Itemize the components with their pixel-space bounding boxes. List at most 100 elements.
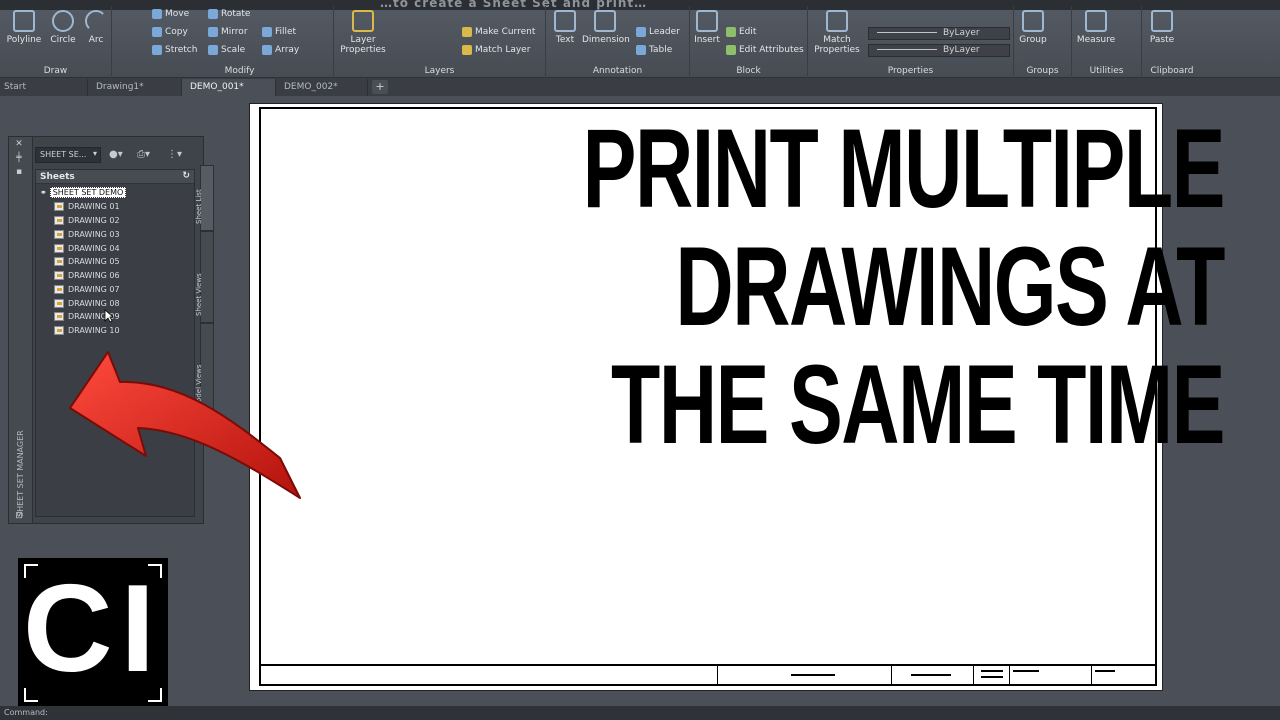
palette-title: SHEET SET MANAGER <box>16 430 25 517</box>
layer-properties-icon <box>352 10 374 32</box>
publish-icon[interactable]: ⎙▾ <box>137 149 150 160</box>
sheet-set-root[interactable]: ⚭ SHEET SET DEMO <box>40 187 127 198</box>
edit-block-icon <box>726 27 736 37</box>
move-icon <box>152 9 162 19</box>
sheet-icon <box>54 285 64 294</box>
close-icon[interactable]: ✕ <box>14 139 24 149</box>
sheet-icon <box>54 326 64 335</box>
rotate-icon <box>208 9 218 19</box>
sheet-set-combo[interactable]: SHEET SE... ▾ <box>35 147 101 163</box>
insert-tool[interactable]: Insert <box>692 10 722 45</box>
paste-tool[interactable]: Paste <box>1146 10 1178 45</box>
sheet-item[interactable]: DRAWING 06 <box>54 271 120 280</box>
paste-icon <box>1151 10 1173 32</box>
tab-drawing1[interactable]: Drawing1* <box>88 79 182 96</box>
modify-panel-title[interactable]: Modify <box>146 66 333 76</box>
tab-sheet-views[interactable]: Sheet Views <box>195 231 214 323</box>
linetype-combo[interactable]: ByLayer <box>868 27 1010 40</box>
sheet-item[interactable]: DRAWING 04 <box>54 244 120 253</box>
text-icon <box>554 10 576 32</box>
layers-panel-title[interactable]: Layers <box>334 66 545 76</box>
palette-settings-icon[interactable]: ⊡ <box>14 511 24 521</box>
move-tool[interactable]: Move <box>152 9 189 19</box>
fillet-tool[interactable]: Fillet <box>262 27 296 37</box>
draw-panel-title[interactable]: Draw <box>0 66 111 76</box>
match-layer-icon <box>462 45 472 55</box>
properties-panel-title[interactable]: Properties <box>808 66 1013 76</box>
edit-block-tool[interactable]: Edit <box>726 27 756 37</box>
copy-icon <box>152 27 162 37</box>
leader-icon <box>636 27 646 37</box>
command-prompt: Command: <box>4 708 48 717</box>
sheet-item[interactable]: DRAWING 03 <box>54 230 120 239</box>
match-layer-tool[interactable]: Match Layer <box>462 45 530 55</box>
headline-line-1: PRINT MULTIPLE <box>582 106 1226 231</box>
utilities-panel-title[interactable]: Utilities <box>1072 66 1141 76</box>
palette-title-strip: ✕ ╪ ▪ SHEET SET MANAGER ⊡ <box>9 137 33 523</box>
annotation-panel: Text Dimension Leader Table Annotation <box>546 6 690 78</box>
sheet-icon <box>54 244 64 253</box>
sheet-item[interactable]: DRAWING 10 <box>54 326 120 335</box>
sheet-item[interactable]: DRAWING 07 <box>54 285 120 294</box>
sheet-status-icon[interactable]: ●▾ <box>109 149 123 160</box>
headline-line-2: DRAWINGS AT <box>675 224 1225 349</box>
lineweight-combo[interactable]: ByLayer <box>868 44 1010 57</box>
stretch-icon <box>152 45 162 55</box>
tab-demo-002[interactable]: DEMO_002* <box>276 79 368 96</box>
leader-tool[interactable]: Leader <box>636 27 680 37</box>
dimension-tool[interactable]: Dimension <box>582 10 630 45</box>
logo-text: CI <box>23 560 163 698</box>
sheet-item[interactable]: DRAWING 05 <box>54 257 120 266</box>
ribbon: …to create a Sheet Set and print… Polyli… <box>0 0 1280 78</box>
sheet-options-icon[interactable]: ⋮▾ <box>167 149 182 160</box>
groups-panel-title[interactable]: Groups <box>1014 66 1071 76</box>
text-tool[interactable]: Text <box>550 10 580 45</box>
make-current-tool[interactable]: Make Current <box>462 27 535 37</box>
fillet-icon <box>262 27 272 37</box>
scale-icon <box>208 45 218 55</box>
sheet-icon <box>54 202 64 211</box>
block-panel: Insert Edit Edit Attributes Block <box>690 6 808 78</box>
array-tool[interactable]: Array <box>262 45 299 55</box>
sheet-icon <box>54 271 64 280</box>
dimension-icon <box>594 10 616 32</box>
rotate-tool[interactable]: Rotate <box>208 9 250 19</box>
match-properties-tool[interactable]: Match Properties <box>814 10 860 55</box>
command-line[interactable]: Command: <box>0 706 1280 720</box>
edit-attributes-tool[interactable]: Edit Attributes <box>726 45 804 55</box>
stretch-tool[interactable]: Stretch <box>152 45 197 55</box>
layer-properties-tool[interactable]: Layer Properties <box>338 10 388 55</box>
tab-demo-001[interactable]: DEMO_001* <box>182 79 276 96</box>
pin-icon[interactable]: ╪ <box>14 153 24 163</box>
tab-start[interactable]: Start <box>0 79 88 96</box>
sheet-item[interactable]: DRAWING 08 <box>54 299 120 308</box>
sheet-icon <box>54 230 64 239</box>
new-tab-button[interactable]: + <box>372 80 388 94</box>
sheet-icon <box>54 216 64 225</box>
circle-icon <box>52 10 74 32</box>
make-current-icon <box>462 27 472 37</box>
clipboard-panel-title[interactable]: Clipboard <box>1142 66 1202 76</box>
insert-icon <box>696 10 718 32</box>
scale-tool[interactable]: Scale <box>208 45 245 55</box>
refresh-icon[interactable]: ↻ <box>182 171 190 181</box>
sheets-header: Sheets ↻ <box>36 170 194 184</box>
table-tool[interactable]: Table <box>636 45 672 55</box>
properties-icon[interactable]: ▪ <box>14 167 24 177</box>
draw-panel: Polyline Circle Arc Draw <box>0 6 112 78</box>
match-properties-icon <box>826 10 848 32</box>
block-panel-title[interactable]: Block <box>690 66 807 76</box>
measure-tool[interactable]: Measure <box>1076 10 1116 45</box>
mirror-tool[interactable]: Mirror <box>208 27 248 37</box>
groups-panel: Group Groups <box>1014 6 1072 78</box>
utilities-panel: Measure Utilities <box>1072 6 1142 78</box>
circle-tool[interactable]: Circle <box>46 10 80 45</box>
arc-tool[interactable]: Arc <box>82 10 110 45</box>
sheet-item[interactable]: DRAWING 02 <box>54 216 120 225</box>
polyline-tool[interactable]: Polyline <box>6 10 42 45</box>
copy-tool[interactable]: Copy <box>152 27 188 37</box>
annotation-panel-title[interactable]: Annotation <box>546 66 689 76</box>
group-tool[interactable]: Group <box>1018 10 1048 45</box>
tab-sheet-list[interactable]: Sheet List <box>195 165 214 231</box>
sheet-item[interactable]: DRAWING 01 <box>54 202 120 211</box>
